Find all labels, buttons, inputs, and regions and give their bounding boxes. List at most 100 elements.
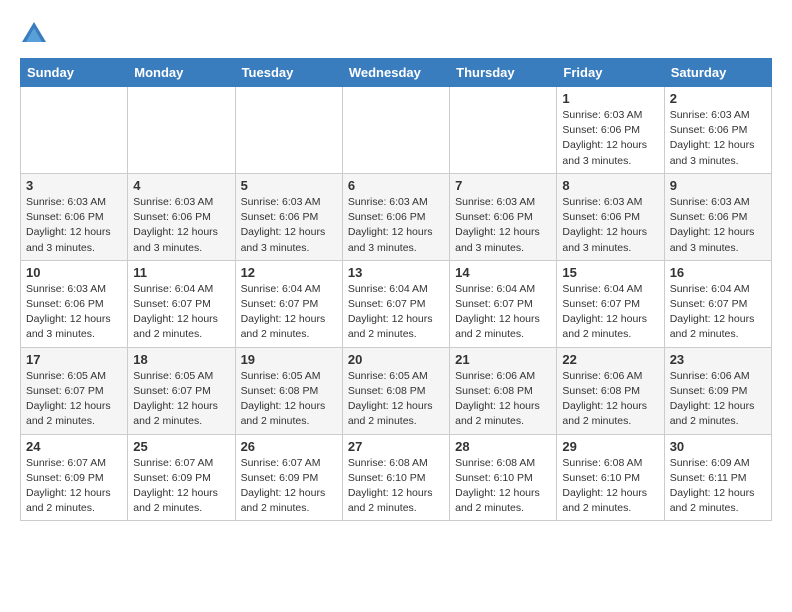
day-cell-5: 5 Sunrise: 6:03 AM Sunset: 6:06 PM Daylig… — [235, 173, 342, 260]
calendar-table: SundayMondayTuesdayWednesdayThursdayFrid… — [20, 58, 772, 521]
empty-cell — [450, 87, 557, 174]
day-info-12: Sunrise: 6:04 AM Sunset: 6:07 PM Dayligh… — [241, 282, 337, 343]
day-info-3: Sunrise: 6:03 AM Sunset: 6:06 PM Dayligh… — [26, 195, 122, 256]
day-info-13: Sunrise: 6:04 AM Sunset: 6:07 PM Dayligh… — [348, 282, 444, 343]
day-cell-21: 21 Sunrise: 6:06 AM Sunset: 6:08 PM Dayli… — [450, 347, 557, 434]
day-number-1: 1 — [562, 91, 658, 106]
day-number-5: 5 — [241, 178, 337, 193]
day-cell-13: 13 Sunrise: 6:04 AM Sunset: 6:07 PM Dayli… — [342, 260, 449, 347]
day-number-29: 29 — [562, 439, 658, 454]
page-header — [20, 20, 772, 48]
day-cell-15: 15 Sunrise: 6:04 AM Sunset: 6:07 PM Dayli… — [557, 260, 664, 347]
day-cell-6: 6 Sunrise: 6:03 AM Sunset: 6:06 PM Daylig… — [342, 173, 449, 260]
day-number-26: 26 — [241, 439, 337, 454]
day-info-9: Sunrise: 6:03 AM Sunset: 6:06 PM Dayligh… — [670, 195, 766, 256]
day-cell-24: 24 Sunrise: 6:07 AM Sunset: 6:09 PM Dayli… — [21, 434, 128, 521]
day-number-23: 23 — [670, 352, 766, 367]
day-info-2: Sunrise: 6:03 AM Sunset: 6:06 PM Dayligh… — [670, 108, 766, 169]
day-number-7: 7 — [455, 178, 551, 193]
day-number-30: 30 — [670, 439, 766, 454]
week-row-5: 24 Sunrise: 6:07 AM Sunset: 6:09 PM Dayli… — [21, 434, 772, 521]
day-number-2: 2 — [670, 91, 766, 106]
day-info-15: Sunrise: 6:04 AM Sunset: 6:07 PM Dayligh… — [562, 282, 658, 343]
week-row-1: 1 Sunrise: 6:03 AM Sunset: 6:06 PM Daylig… — [21, 87, 772, 174]
day-number-24: 24 — [26, 439, 122, 454]
day-info-20: Sunrise: 6:05 AM Sunset: 6:08 PM Dayligh… — [348, 369, 444, 430]
day-info-7: Sunrise: 6:03 AM Sunset: 6:06 PM Dayligh… — [455, 195, 551, 256]
day-number-20: 20 — [348, 352, 444, 367]
day-info-19: Sunrise: 6:05 AM Sunset: 6:08 PM Dayligh… — [241, 369, 337, 430]
day-cell-25: 25 Sunrise: 6:07 AM Sunset: 6:09 PM Dayli… — [128, 434, 235, 521]
day-cell-8: 8 Sunrise: 6:03 AM Sunset: 6:06 PM Daylig… — [557, 173, 664, 260]
day-info-18: Sunrise: 6:05 AM Sunset: 6:07 PM Dayligh… — [133, 369, 229, 430]
day-number-14: 14 — [455, 265, 551, 280]
day-info-1: Sunrise: 6:03 AM Sunset: 6:06 PM Dayligh… — [562, 108, 658, 169]
day-cell-18: 18 Sunrise: 6:05 AM Sunset: 6:07 PM Dayli… — [128, 347, 235, 434]
day-info-5: Sunrise: 6:03 AM Sunset: 6:06 PM Dayligh… — [241, 195, 337, 256]
week-row-3: 10 Sunrise: 6:03 AM Sunset: 6:06 PM Dayli… — [21, 260, 772, 347]
weekday-header-row: SundayMondayTuesdayWednesdayThursdayFrid… — [21, 59, 772, 87]
day-cell-17: 17Sunrise: 6:05 AM Sunset: 6:07 PM Dayli… — [21, 347, 128, 434]
day-info-24: Sunrise: 6:07 AM Sunset: 6:09 PM Dayligh… — [26, 456, 122, 517]
day-cell-23: 23 Sunrise: 6:06 AM Sunset: 6:09 PM Dayli… — [664, 347, 771, 434]
day-info-6: Sunrise: 6:03 AM Sunset: 6:06 PM Dayligh… — [348, 195, 444, 256]
day-number-11: 11 — [133, 265, 229, 280]
day-number-19: 19 — [241, 352, 337, 367]
day-number-9: 9 — [670, 178, 766, 193]
day-cell-16: 16 Sunrise: 6:04 AM Sunset: 6:07 PM Dayli… — [664, 260, 771, 347]
day-cell-19: 19 Sunrise: 6:05 AM Sunset: 6:08 PM Dayli… — [235, 347, 342, 434]
day-cell-10: 10 Sunrise: 6:03 AM Sunset: 6:06 PM Dayli… — [21, 260, 128, 347]
day-info-10: Sunrise: 6:03 AM Sunset: 6:06 PM Dayligh… — [26, 282, 122, 343]
day-info-16: Sunrise: 6:04 AM Sunset: 6:07 PM Dayligh… — [670, 282, 766, 343]
day-number-18: 18 — [133, 352, 229, 367]
day-cell-3: 3 Sunrise: 6:03 AM Sunset: 6:06 PM Daylig… — [21, 173, 128, 260]
week-row-4: 17Sunrise: 6:05 AM Sunset: 6:07 PM Dayli… — [21, 347, 772, 434]
day-cell-20: 20 Sunrise: 6:05 AM Sunset: 6:08 PM Dayli… — [342, 347, 449, 434]
day-info-26: Sunrise: 6:07 AM Sunset: 6:09 PM Dayligh… — [241, 456, 337, 517]
weekday-header-tuesday: Tuesday — [235, 59, 342, 87]
day-cell-7: 7 Sunrise: 6:03 AM Sunset: 6:06 PM Daylig… — [450, 173, 557, 260]
day-info-23: Sunrise: 6:06 AM Sunset: 6:09 PM Dayligh… — [670, 369, 766, 430]
weekday-header-wednesday: Wednesday — [342, 59, 449, 87]
day-cell-28: 28Sunrise: 6:08 AM Sunset: 6:10 PM Dayli… — [450, 434, 557, 521]
day-info-14: Sunrise: 6:04 AM Sunset: 6:07 PM Dayligh… — [455, 282, 551, 343]
empty-cell — [128, 87, 235, 174]
day-number-8: 8 — [562, 178, 658, 193]
day-cell-12: 12 Sunrise: 6:04 AM Sunset: 6:07 PM Dayli… — [235, 260, 342, 347]
day-cell-14: 14 Sunrise: 6:04 AM Sunset: 6:07 PM Dayli… — [450, 260, 557, 347]
day-number-10: 10 — [26, 265, 122, 280]
day-number-3: 3 — [26, 178, 122, 193]
day-cell-30: 30 Sunrise: 6:09 AM Sunset: 6:11 PM Dayli… — [664, 434, 771, 521]
day-cell-22: 22 Sunrise: 6:06 AM Sunset: 6:08 PM Dayli… — [557, 347, 664, 434]
day-info-8: Sunrise: 6:03 AM Sunset: 6:06 PM Dayligh… — [562, 195, 658, 256]
day-number-22: 22 — [562, 352, 658, 367]
logo — [20, 20, 52, 48]
day-cell-4: 4 Sunrise: 6:03 AM Sunset: 6:06 PM Daylig… — [128, 173, 235, 260]
day-info-22: Sunrise: 6:06 AM Sunset: 6:08 PM Dayligh… — [562, 369, 658, 430]
day-number-13: 13 — [348, 265, 444, 280]
week-row-2: 3 Sunrise: 6:03 AM Sunset: 6:06 PM Daylig… — [21, 173, 772, 260]
day-number-15: 15 — [562, 265, 658, 280]
day-number-27: 27 — [348, 439, 444, 454]
day-info-4: Sunrise: 6:03 AM Sunset: 6:06 PM Dayligh… — [133, 195, 229, 256]
day-number-21: 21 — [455, 352, 551, 367]
day-info-21: Sunrise: 6:06 AM Sunset: 6:08 PM Dayligh… — [455, 369, 551, 430]
day-cell-29: 29 Sunrise: 6:08 AM Sunset: 6:10 PM Dayli… — [557, 434, 664, 521]
weekday-header-monday: Monday — [128, 59, 235, 87]
day-number-16: 16 — [670, 265, 766, 280]
day-number-12: 12 — [241, 265, 337, 280]
day-cell-1: 1 Sunrise: 6:03 AM Sunset: 6:06 PM Daylig… — [557, 87, 664, 174]
day-number-25: 25 — [133, 439, 229, 454]
day-info-29: Sunrise: 6:08 AM Sunset: 6:10 PM Dayligh… — [562, 456, 658, 517]
day-cell-27: 27 Sunrise: 6:08 AM Sunset: 6:10 PM Dayli… — [342, 434, 449, 521]
day-number-4: 4 — [133, 178, 229, 193]
weekday-header-thursday: Thursday — [450, 59, 557, 87]
weekday-header-saturday: Saturday — [664, 59, 771, 87]
day-info-25: Sunrise: 6:07 AM Sunset: 6:09 PM Dayligh… — [133, 456, 229, 517]
logo-icon — [20, 20, 48, 48]
empty-cell — [21, 87, 128, 174]
day-cell-9: 9 Sunrise: 6:03 AM Sunset: 6:06 PM Daylig… — [664, 173, 771, 260]
day-info-30: Sunrise: 6:09 AM Sunset: 6:11 PM Dayligh… — [670, 456, 766, 517]
day-info-27: Sunrise: 6:08 AM Sunset: 6:10 PM Dayligh… — [348, 456, 444, 517]
day-number-6: 6 — [348, 178, 444, 193]
